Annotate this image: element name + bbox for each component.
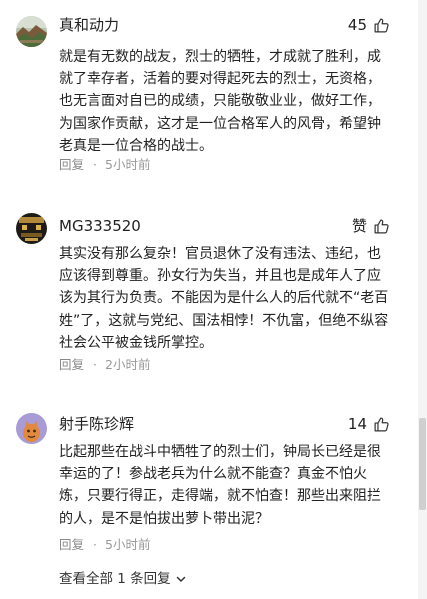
like-button[interactable]: 14 — [348, 414, 390, 434]
comment-meta: 回复 · 5小时前 — [59, 157, 150, 173]
avatar[interactable] — [16, 213, 47, 244]
separator-dot: · — [93, 537, 97, 552]
comment-text: 其实没有那么复杂！官员退休了没有违法、违纪，也应该得到尊重。孙女行为失当，并且也… — [59, 246, 389, 351]
comment-text: 比起那些在战斗中牺牲了的烈士们，钟局长已经是很幸运的了！参战老兵为什么就不能查？… — [59, 444, 381, 527]
separator-dot: · — [93, 357, 97, 372]
avatar-landscape-icon — [16, 16, 47, 47]
comment-meta: 回复 · 5小时前 — [59, 537, 150, 553]
like-count: 45 — [347, 16, 367, 34]
avatar[interactable] — [16, 413, 47, 444]
chevron-down-icon — [176, 576, 185, 582]
comment-meta: 回复 · 2小时前 — [59, 357, 150, 373]
like-count: 赞 — [351, 217, 367, 235]
like-count: 14 — [347, 415, 367, 433]
avatar-dark-pattern-icon — [16, 213, 47, 244]
timestamp: 2小时前 — [105, 357, 151, 372]
scrollbar-thumb[interactable] — [419, 418, 426, 510]
avatar-cartoon-icon — [16, 413, 47, 444]
like-button[interactable]: 赞 — [352, 216, 390, 236]
separator-dot: · — [93, 157, 97, 172]
thumbs-up-icon — [374, 219, 389, 233]
comment-feed: 真和动力 45 就是有无数的战友，烈士的牺牲，才成就了胜利，成就了幸存者，活着的… — [0, 0, 418, 599]
reply-button[interactable]: 回复 — [59, 157, 84, 173]
avatar[interactable] — [16, 16, 47, 47]
username[interactable]: 射手陈珍辉 — [59, 414, 134, 434]
timestamp: 5小时前 — [105, 537, 151, 552]
thumbs-up-icon — [374, 417, 389, 431]
scrollbar-track[interactable] — [418, 0, 427, 599]
comment-text: 就是有无数的战友，烈士的牺牲，才成就了胜利，成就了幸存者，活着的要对得起死去的烈… — [59, 49, 381, 154]
view-all-replies-button[interactable]: 查看全部 1 条回复 — [59, 570, 187, 588]
like-button[interactable]: 45 — [348, 15, 390, 35]
username[interactable]: 真和动力 — [59, 15, 119, 35]
view-all-replies-label: 查看全部 1 条回复 — [59, 571, 171, 587]
reply-button[interactable]: 回复 — [59, 357, 84, 373]
reply-button[interactable]: 回复 — [59, 537, 84, 553]
thumbs-up-icon — [374, 18, 389, 32]
username[interactable]: MG333520 — [59, 216, 141, 236]
timestamp: 5小时前 — [105, 157, 151, 172]
